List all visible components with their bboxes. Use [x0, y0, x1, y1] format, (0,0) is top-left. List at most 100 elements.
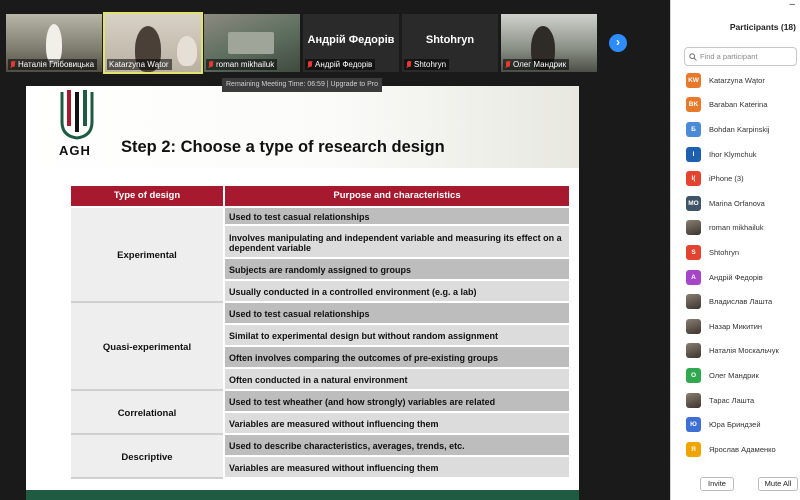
characteristic-cell: Used to test casual relationships	[225, 208, 569, 224]
avatar: Ю	[686, 417, 701, 433]
participant-video-background	[177, 36, 197, 66]
avatar: Я	[686, 441, 701, 457]
design-type-cell: Correlational	[71, 391, 223, 435]
tile-caption: Андрій Федорів	[305, 59, 376, 70]
participant-name: Владислав Лашта	[709, 297, 773, 307]
zoom-meeting-window: Наталія Глібовицька Katarzyna Wątor roma…	[0, 0, 800, 500]
minimize-icon[interactable]: –	[789, 0, 795, 10]
mute-all-button[interactable]: Mute All	[758, 477, 798, 491]
avatar: BK	[686, 97, 701, 113]
design-type-cell: Descriptive	[71, 435, 223, 479]
characteristics-column: Used to test casual relationships Similat…	[225, 303, 569, 391]
participant-name: Назар Микитин	[709, 321, 763, 331]
agh-logo-text: AGH	[59, 143, 91, 158]
participant-name: iPhone (3)	[709, 174, 744, 184]
invite-button[interactable]: Invite	[700, 477, 734, 491]
participant-row[interactable]: Ю Юра Бриндзей	[671, 412, 800, 437]
characteristic-cell: Often conducted in a natural environment	[225, 369, 569, 389]
characteristic-cell: Used to test casual relationships	[225, 303, 569, 323]
participant-row[interactable]: Владислав Лашта	[671, 289, 800, 314]
participant-name: Baraban Katerina	[709, 100, 768, 110]
participant-row[interactable]: А Андрій Федорів	[671, 265, 800, 290]
avatar: I	[686, 146, 701, 162]
characteristic-cell: Used to describe characteristics, averag…	[225, 435, 569, 455]
slide-header: AGH Step 2: Choose a type of research de…	[26, 86, 579, 168]
tile-name: Shtohryn	[425, 34, 475, 46]
participant-row[interactable]: KW Katarzyna Wątor	[671, 68, 800, 93]
characteristics-column: Used to test wheather (and how strongly)…	[225, 391, 569, 435]
avatar	[686, 294, 701, 310]
avatar	[686, 318, 701, 334]
characteristic-cell: Usually conducted in a controlled enviro…	[225, 281, 569, 301]
characteristic-cell: Involves manipulating and independent va…	[225, 226, 569, 257]
mic-muted-icon	[10, 60, 16, 69]
tile-caption: Shtohryn	[404, 59, 450, 70]
tile-caption: Наталія Глібовицька	[8, 59, 98, 70]
participant-name: Ihor Klymchuk	[709, 149, 757, 159]
meeting-timer[interactable]: Remaining Meeting Time: 06:59 | Upgrade …	[222, 78, 383, 92]
chevron-right-icon[interactable]: ›	[609, 34, 627, 52]
video-tile[interactable]: roman mikhailuk	[204, 14, 300, 72]
participant-row[interactable]: MO Marina Orfanova	[671, 191, 800, 216]
search-input[interactable]	[700, 52, 795, 61]
avatar: MO	[686, 195, 701, 211]
participant-row[interactable]: Я Ярослав Адаменко	[671, 437, 800, 462]
mic-muted-icon	[307, 60, 313, 69]
participant-row[interactable]: roman mikhailuk	[671, 216, 800, 241]
participant-row[interactable]: Назар Микитин	[671, 314, 800, 339]
characteristic-cell: Used to test wheather (and how strongly)…	[225, 391, 569, 411]
participant-search[interactable]	[684, 47, 797, 66]
participant-name: roman mikhailuk	[709, 223, 764, 233]
column-header: Purpose and characteristics	[225, 186, 569, 206]
participant-name: Marina Orfanova	[709, 198, 765, 208]
participant-row[interactable]: S Shtohryn	[671, 240, 800, 265]
column-header: Type of design	[71, 186, 223, 206]
table-group: Quasi-experimental Used to test casual re…	[71, 303, 569, 391]
slide-footer	[26, 490, 579, 500]
panel-title: Participants (18)	[729, 22, 796, 32]
participant-row[interactable]: Наталія Москальчук	[671, 339, 800, 364]
tile-caption: Олег Мандрик	[503, 59, 570, 70]
participant-video	[46, 24, 62, 64]
video-tile-active[interactable]: Katarzyna Wątor	[103, 12, 203, 74]
participant-row[interactable]: О Олег Мандрик	[671, 363, 800, 388]
characteristic-cell: Often involves comparing the outcomes of…	[225, 347, 569, 367]
participant-name: Андрій Федорів	[709, 272, 763, 282]
table-group: Correlational Used to test wheather (and …	[71, 391, 569, 435]
video-tile[interactable]: Наталія Глібовицька	[6, 14, 102, 72]
participant-name: Shtohryn	[709, 247, 740, 257]
participant-name: Наталія Москальчук	[709, 346, 779, 356]
agh-logo-icon	[60, 90, 94, 140]
participant-row[interactable]: Б Bohdan Karpinskij	[671, 117, 800, 142]
participant-row[interactable]: Тарас Лашта	[671, 388, 800, 413]
characteristic-cell: Similat to experimental design but witho…	[225, 325, 569, 345]
participant-row[interactable]: I Ihor Klymchuk	[671, 142, 800, 167]
avatar: I(	[686, 171, 701, 187]
design-type-cell: Experimental	[71, 208, 223, 303]
avatar: S	[686, 244, 701, 260]
slide-title: Step 2: Choose a type of research design	[121, 138, 445, 156]
video-strip: Наталія Глібовицька Katarzyna Wątor roma…	[0, 0, 670, 78]
participant-name: Ярослав Адаменко	[709, 444, 776, 454]
avatar: KW	[686, 72, 701, 88]
avatar: О	[686, 367, 701, 383]
avatar	[686, 343, 701, 359]
video-tile[interactable]: Андрій Федорів Андрій Федорів	[303, 14, 399, 72]
mic-muted-icon	[406, 60, 412, 69]
avatar: Б	[686, 121, 701, 137]
participant-video	[228, 32, 274, 54]
participant-row[interactable]: I( iPhone (3)	[671, 166, 800, 191]
table-header: Type of design Purpose and characteristi…	[71, 186, 569, 206]
video-tile[interactable]: Shtohryn Shtohryn	[402, 14, 498, 72]
avatar	[686, 220, 701, 236]
table-group: Experimental Used to test casual relation…	[71, 208, 569, 303]
characteristics-column: Used to describe characteristics, averag…	[225, 435, 569, 479]
design-type-cell: Quasi-experimental	[71, 303, 223, 391]
participant-name: Тарас Лашта	[709, 395, 755, 405]
participant-row[interactable]: BK Baraban Katerina	[671, 93, 800, 118]
avatar	[686, 392, 701, 408]
video-tile[interactable]: Олег Мандрик	[501, 14, 597, 72]
table-group: Descriptive Used to describe characterist…	[71, 435, 569, 479]
row-divider	[71, 477, 223, 479]
characteristic-cell: Variables are measured without influenci…	[225, 457, 569, 477]
